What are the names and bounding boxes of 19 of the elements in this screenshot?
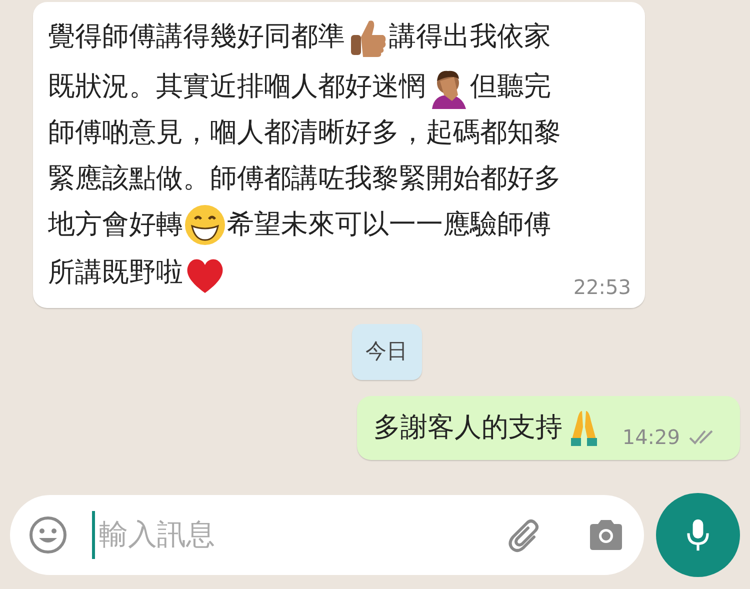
emoji-icon[interactable] (28, 515, 68, 555)
message-text: 緊應該點做。師傅都講咗我黎緊開始都好多 (48, 162, 561, 196)
message-text: 所講既野啦 (48, 256, 183, 290)
message-text: 覺得師傅講得幾好同都準 (48, 20, 345, 54)
input-bar[interactable]: 輸入訊息 (10, 495, 644, 575)
message-text: 多謝客人的支持 (373, 411, 562, 446)
message-time: 14:29 (622, 424, 680, 450)
message-text: 但聽完 (470, 70, 551, 104)
message-text: 既狀況。其實近排嗰人都好迷惘 (48, 70, 426, 104)
grinning-face-icon (183, 203, 227, 247)
message-text: 師傅啲意見，嗰人都清晰好多，起碼都知黎 (48, 116, 561, 150)
message-text: 希望未來可以一一應驗師傅 (227, 208, 551, 242)
message-field[interactable]: 輸入訊息 (95, 513, 475, 557)
message-text: 講得出我依家 (389, 20, 551, 54)
message-text: 地方會好轉 (48, 208, 183, 242)
message-time: 22:53 (573, 274, 631, 301)
text-cursor (92, 511, 95, 559)
microphone-icon (685, 517, 712, 553)
date-chip: 今日 (352, 324, 422, 380)
